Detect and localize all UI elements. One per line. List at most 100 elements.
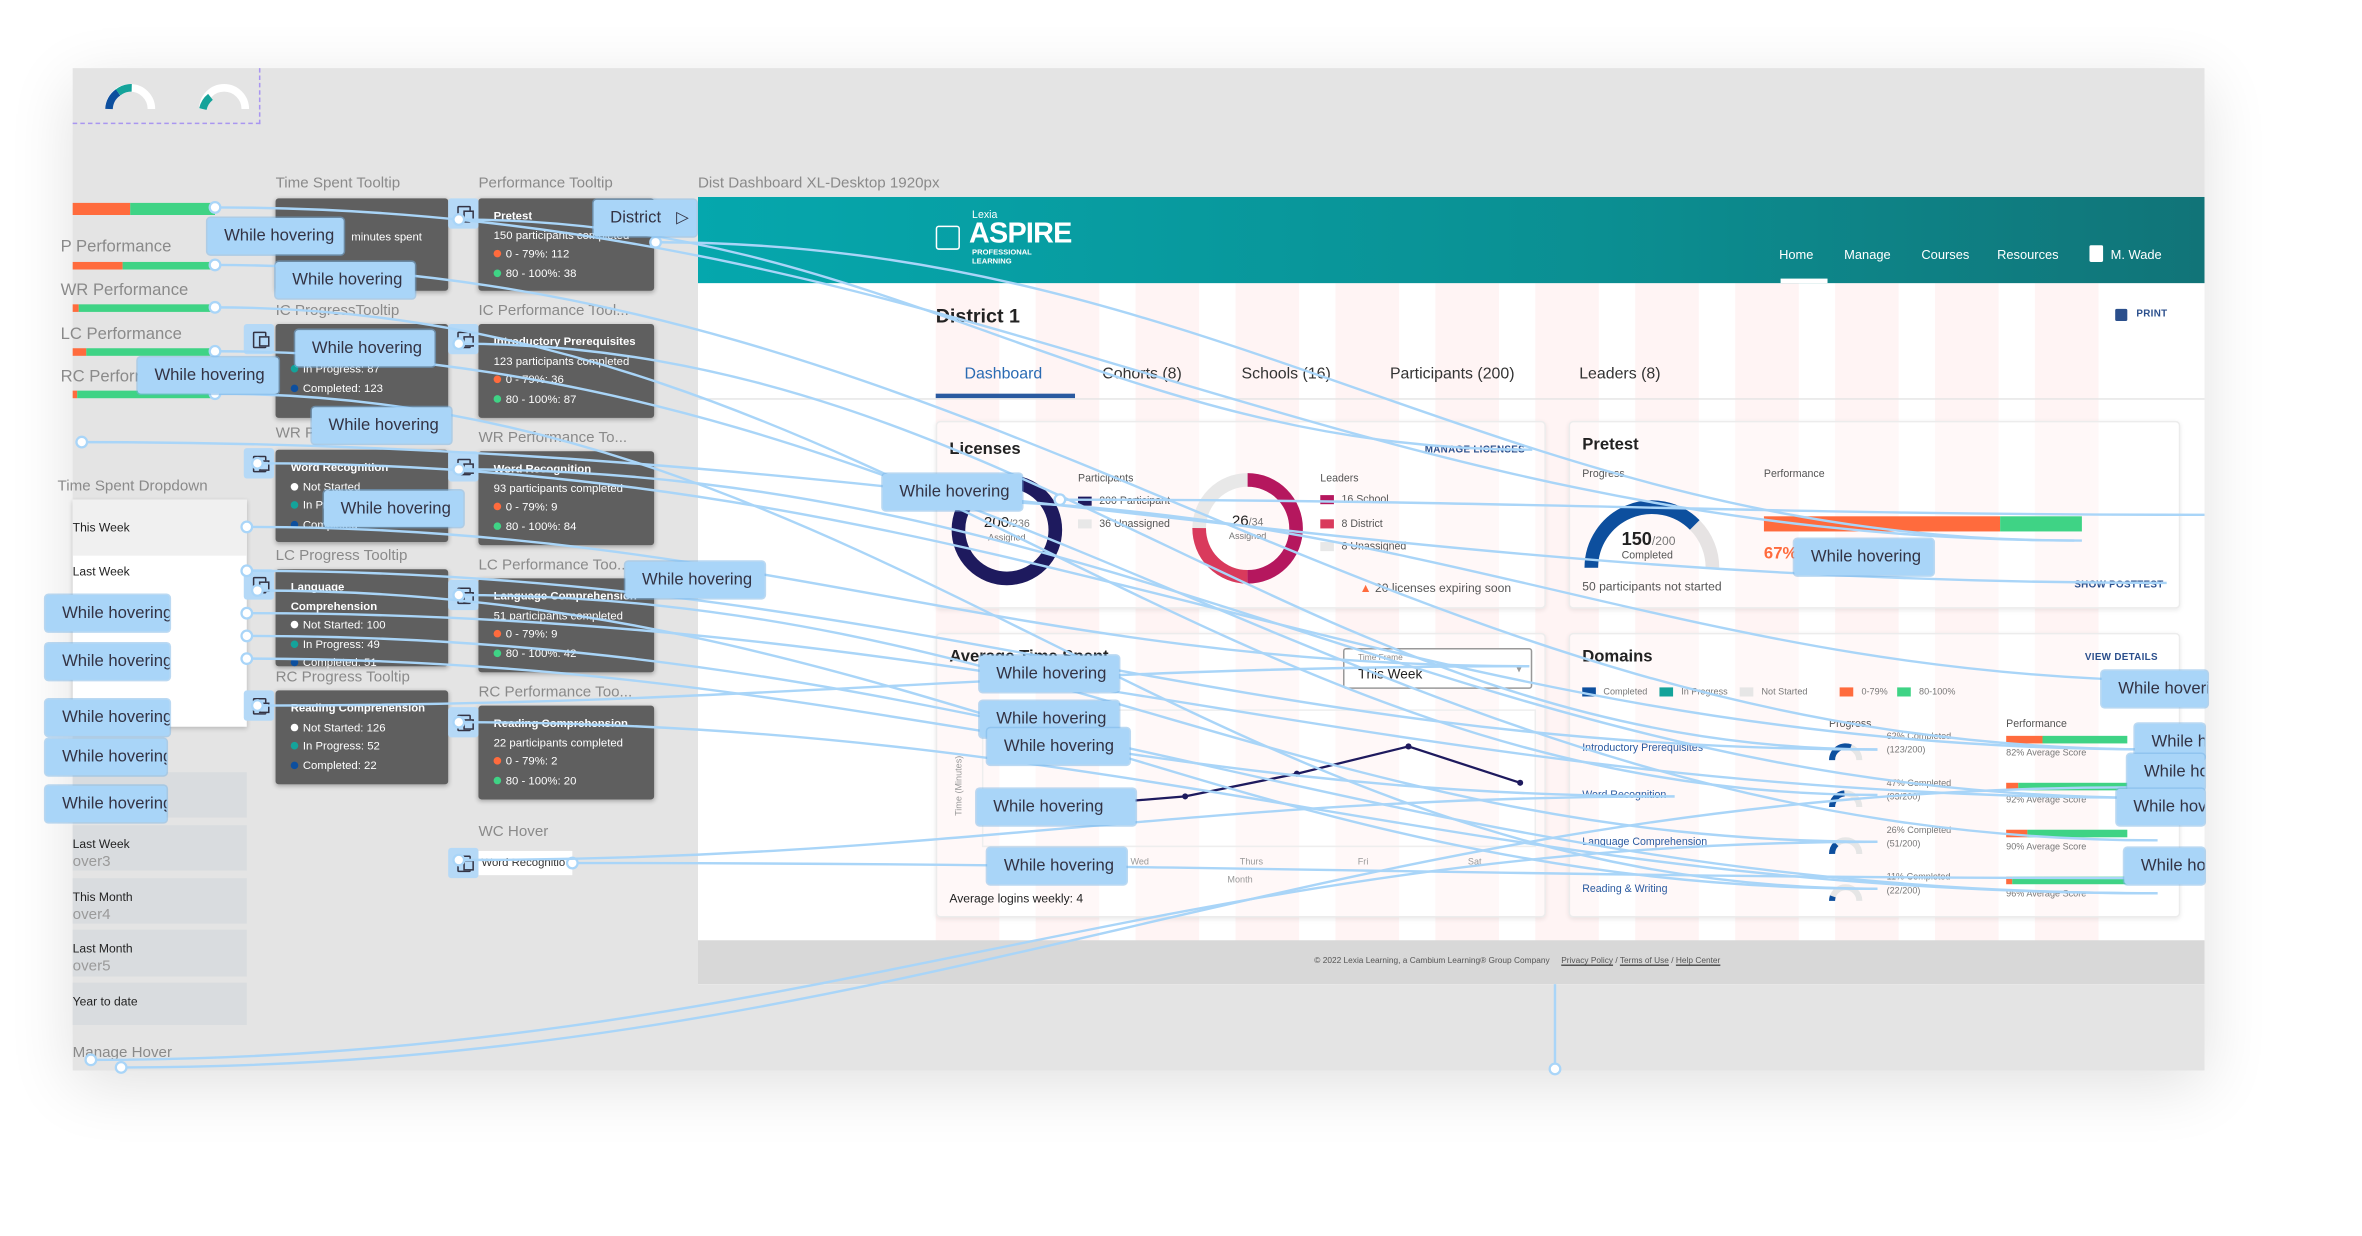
domain-score: 82% Average Score bbox=[2006, 749, 2087, 759]
overlay-link-icon[interactable] bbox=[243, 448, 275, 479]
hover-hotspot-label[interactable]: While hovering bbox=[324, 490, 464, 527]
domain-count: (51/200) bbox=[1886, 840, 1921, 850]
hover-hotspot-label[interactable]: While hovering bbox=[45, 699, 170, 736]
app-header: Lexia ASPIRE PROFESSIONAL LEARNING Home … bbox=[698, 196, 2205, 284]
hover-hotspot-label[interactable]: While hovering bbox=[987, 728, 1130, 765]
domain-name[interactable]: Language Comprehension bbox=[1582, 837, 1707, 848]
overlay-link-icon[interactable] bbox=[243, 690, 275, 721]
overlay-link-icon[interactable] bbox=[448, 451, 479, 482]
dropdown-row[interactable]: Last Month over5 bbox=[72, 929, 247, 977]
dropdown-row-label: Year to date bbox=[72, 994, 138, 1009]
nav-home[interactable]: Home bbox=[1779, 247, 1813, 262]
domain-completed: 47% Completed bbox=[1886, 779, 1952, 789]
hover-hotspot-label[interactable]: While hovering bbox=[311, 407, 452, 444]
dropdown-row[interactable]: Year to date bbox=[72, 982, 247, 1026]
privacy-policy-link[interactable]: Privacy Policy bbox=[1561, 957, 1613, 966]
overlay-link-icon[interactable] bbox=[243, 569, 275, 600]
domains-card: Domains VIEW DETAILS Completed In Progre… bbox=[1568, 632, 2181, 918]
domain-completed: 26% Completed bbox=[1886, 826, 1952, 836]
domain-name[interactable]: Introductory Prerequisites bbox=[1582, 743, 1703, 754]
dropdown-option[interactable]: This Week bbox=[73, 521, 130, 535]
domain-performance-bar[interactable] bbox=[2006, 782, 2128, 791]
flow-start-district[interactable]: District ▷ bbox=[593, 199, 697, 237]
terms-link[interactable]: Terms of Use bbox=[1620, 957, 1669, 966]
wr-performance-tooltip: Word Recognition 93 participants complete… bbox=[478, 451, 655, 546]
tab-cohorts[interactable]: Cohorts (8) bbox=[1102, 365, 1182, 383]
dropdown-row[interactable]: This Month over4 bbox=[72, 878, 247, 924]
hover-hotspot-label[interactable]: While hovering bbox=[207, 218, 344, 255]
label-wr-performance-bar: WR Performance bbox=[60, 281, 189, 300]
performance-bar-wr bbox=[72, 304, 215, 312]
help-center-link[interactable]: Help Center bbox=[1676, 957, 1720, 966]
hover-hotspot-label[interactable]: While hovering bbox=[2127, 754, 2205, 791]
hover-hotspot-label[interactable]: While hovering bbox=[295, 330, 435, 367]
hover-hotspot-label[interactable]: While hovering bbox=[882, 473, 1023, 511]
overlay-link-icon[interactable] bbox=[448, 324, 479, 355]
label-wr-performance: WR Performance To... bbox=[478, 430, 628, 447]
leaders-assigned: 26/34 bbox=[1231, 513, 1264, 530]
overlay-link-icon[interactable] bbox=[448, 198, 479, 229]
print-button[interactable]: PRINT bbox=[2136, 309, 2167, 320]
tab-dashboard[interactable]: Dashboard bbox=[964, 365, 1042, 383]
hover-hotspot-label[interactable]: While hovering bbox=[45, 643, 170, 680]
hover-hotspot-label[interactable]: While hovering bbox=[625, 561, 765, 599]
overlay-link-icon[interactable] bbox=[448, 579, 479, 611]
hover-hotspot-label[interactable]: While hovering bbox=[45, 595, 170, 632]
dropdown-row[interactable]: Last Week over3 bbox=[72, 825, 247, 871]
nav-active-indicator bbox=[1780, 278, 1828, 284]
leaders-caption: Assigned bbox=[1228, 532, 1267, 543]
hover-hotspot-label[interactable]: While hovering bbox=[2116, 788, 2205, 826]
pretest-caption: Completed bbox=[1621, 551, 1673, 562]
domain-performance-bar[interactable] bbox=[2006, 876, 2128, 885]
label-lc-performance: LC Performance Too... bbox=[478, 557, 630, 574]
domain-name[interactable]: Reading & Writing bbox=[1582, 884, 1667, 895]
label-lc-progress: LC Progress Tooltip bbox=[275, 548, 408, 565]
hover-hotspot-label[interactable]: While hovering bbox=[2101, 670, 2208, 708]
pretest-performance-bar[interactable] bbox=[1763, 516, 2082, 532]
x-tick-label: Fri bbox=[1358, 857, 1369, 867]
manage-licenses-link[interactable]: MANAGE LICENSES bbox=[1425, 445, 1525, 456]
overlay-link-icon[interactable] bbox=[243, 324, 275, 355]
domain-name[interactable]: Word Recognition bbox=[1582, 790, 1666, 801]
label-time-spent-dropdown: Time Spent Dropdown bbox=[57, 478, 208, 496]
lc-progress-tooltip: Language Comprehension Not Started: 100 In… bbox=[275, 569, 449, 669]
hover-hotspot-label[interactable]: While hovering bbox=[979, 655, 1119, 692]
domain-performance-bar[interactable] bbox=[2006, 829, 2128, 838]
participants-legend-title: Participants bbox=[1078, 473, 1134, 485]
overlay-link-icon[interactable] bbox=[448, 707, 479, 738]
rc-performance-tooltip: Reading Comprehension 22 participants com… bbox=[478, 705, 655, 800]
show-posttest-link[interactable]: SHOW POSTTEST bbox=[2074, 580, 2163, 591]
data-point bbox=[1405, 743, 1412, 750]
print-icon[interactable] bbox=[2115, 308, 2128, 321]
overlay-link-icon[interactable] bbox=[448, 847, 479, 879]
performance-header: Performance bbox=[2006, 719, 2067, 730]
lexia-aspire-logo[interactable]: Lexia ASPIRE PROFESSIONAL LEARNING bbox=[935, 210, 1072, 266]
performance-bar-lc bbox=[72, 348, 215, 356]
user-menu[interactable]: M. Wade bbox=[2111, 247, 2162, 262]
hover-hotspot-label[interactable]: While hovering bbox=[137, 357, 279, 394]
domain-score: 92% Average Score bbox=[2006, 796, 2087, 806]
label-p-performance: P Performance bbox=[60, 237, 172, 256]
domain-count: (93/200) bbox=[1886, 793, 1921, 803]
hover-hotspot-label[interactable]: While hovering bbox=[976, 788, 1136, 826]
nav-courses[interactable]: Courses bbox=[1921, 247, 1969, 262]
tab-participants[interactable]: Participants (200) bbox=[1390, 365, 1515, 383]
hover-hotspot-label[interactable]: While hovering bbox=[45, 738, 167, 776]
hover-hotspot-label[interactable]: While hovering bbox=[275, 261, 415, 299]
hover-hotspot-label[interactable]: While hovering bbox=[2124, 847, 2205, 885]
view-details-link[interactable]: VIEW DETAILS bbox=[2085, 653, 2158, 664]
label-rc-performance: RC Performance Too... bbox=[478, 684, 633, 702]
tab-leaders[interactable]: Leaders (8) bbox=[1579, 365, 1660, 383]
tab-schools[interactable]: Schools (16) bbox=[1242, 365, 1331, 383]
nav-resources[interactable]: Resources bbox=[1997, 247, 2059, 262]
dropdown-option[interactable]: Last Week bbox=[73, 565, 130, 579]
hover-hotspot-label[interactable]: While hovering bbox=[987, 847, 1127, 885]
nav-manage[interactable]: Manage bbox=[1844, 247, 1891, 262]
leaders-legend-title: Leaders bbox=[1320, 473, 1359, 485]
domain-performance-bar[interactable] bbox=[2006, 735, 2128, 744]
dropdown-row-sub: over4 bbox=[72, 906, 111, 924]
hover-hotspot-label[interactable]: While hovering bbox=[1794, 539, 1934, 576]
timeframe-select[interactable]: Time Frame This Week ▾ bbox=[1343, 648, 1533, 689]
participants-caption: Assigned bbox=[988, 534, 1026, 544]
hover-hotspot-label[interactable]: While hovering bbox=[45, 785, 167, 823]
